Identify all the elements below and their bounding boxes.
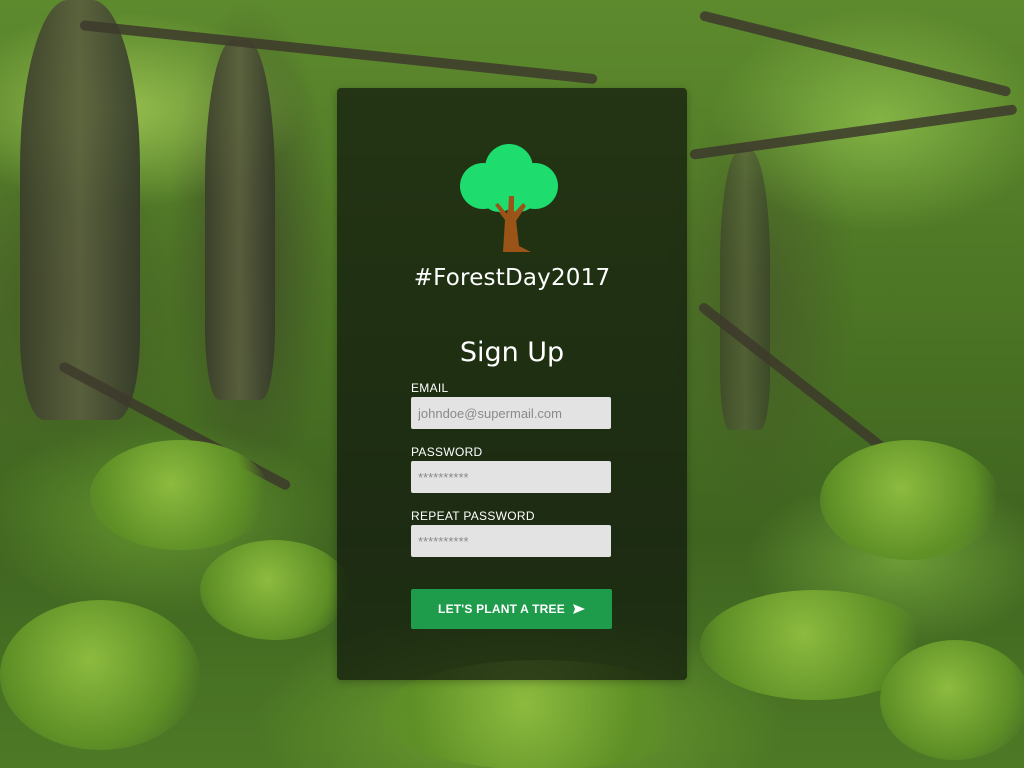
moss-rock-6	[0, 600, 200, 750]
email-label: EMAIL	[411, 381, 449, 395]
tree-trunk-left	[20, 0, 140, 420]
plant-tree-submit-button[interactable]: LET'S PLANT A TREE	[411, 589, 612, 629]
tree-icon	[460, 144, 558, 252]
moss-rock-4	[820, 440, 1000, 560]
repeat-password-label: REPEAT PASSWORD	[411, 509, 535, 523]
password-label: PASSWORD	[411, 445, 483, 459]
moss-rock-2	[200, 540, 350, 640]
moss-rock-1	[90, 440, 270, 550]
signup-card: #ForestDay2017 Sign Up EMAIL PASSWORD RE…	[337, 88, 687, 680]
brand-hashtag: #ForestDay2017	[413, 265, 611, 291]
branch-top	[79, 20, 598, 85]
tree-trunk-middle	[205, 40, 275, 400]
email-field[interactable]	[411, 397, 611, 429]
branch-right-top	[698, 10, 1012, 98]
branch-right-middle	[689, 104, 1018, 160]
page-title: Sign Up	[459, 337, 565, 368]
moss-rock-7	[880, 640, 1024, 760]
repeat-password-field[interactable]	[411, 525, 611, 557]
submit-button-label: LET'S PLANT A TREE	[438, 602, 565, 616]
tree-trunk-right	[720, 150, 770, 430]
password-field[interactable]	[411, 461, 611, 493]
send-arrow-icon	[572, 604, 585, 614]
